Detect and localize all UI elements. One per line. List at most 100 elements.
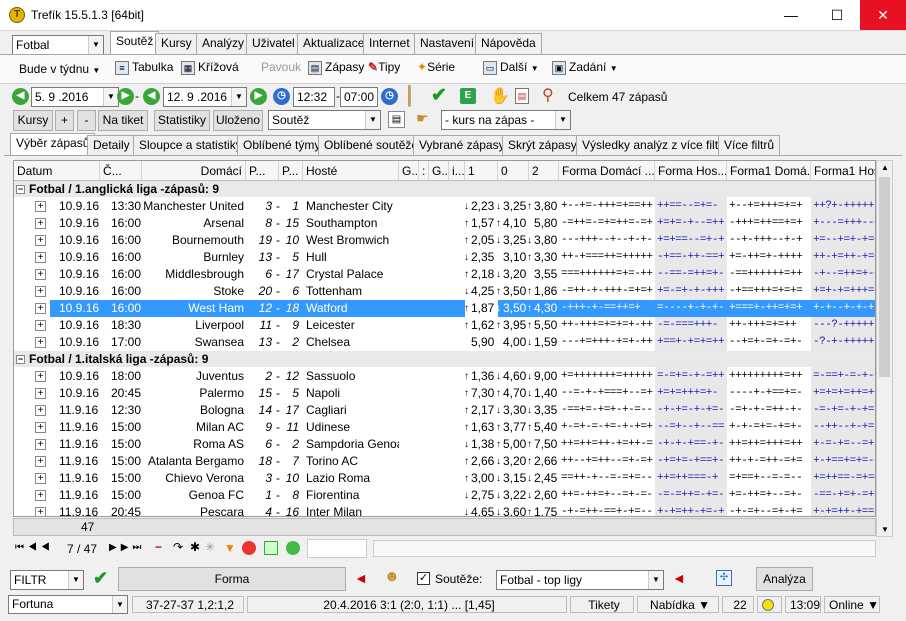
expand-icon[interactable]: + xyxy=(35,388,46,399)
tab-soutez[interactable]: Soutěž xyxy=(110,31,160,55)
scroll-down-icon[interactable]: ▼ xyxy=(881,525,889,534)
expand-icon[interactable]: + xyxy=(35,456,46,467)
asterisk-gray-icon[interactable]: ✳ xyxy=(205,540,215,554)
nabidka-button[interactable]: Nabídka ▼ xyxy=(637,596,719,613)
tab-internet[interactable]: Internet xyxy=(363,33,416,54)
table-row[interactable]: +10.9.16 16:00 West Ham 12-18 Watford ↑ 1,87 ↓ 3… xyxy=(14,300,875,317)
col-1[interactable]: 1 xyxy=(465,161,498,181)
subtab-oblibene-souteze[interactable]: Oblíbené soutěže xyxy=(318,135,425,156)
bookmaker-select[interactable]: Fortuna ▼ xyxy=(8,595,128,614)
col-g2[interactable]: G... xyxy=(429,161,449,181)
collapse-icon[interactable]: − xyxy=(16,355,25,365)
plus-button[interactable]: + xyxy=(55,110,74,131)
nav-first-prev-icons[interactable]: ⏮◀◀ xyxy=(15,542,54,553)
table-row[interactable]: +10.9.16 16:00 Bournemouth 19-10 West Bromwi… xyxy=(14,232,875,249)
nav-next-last-icons[interactable]: ▶▶⏭ xyxy=(109,542,145,553)
kursy-button[interactable]: Kursy xyxy=(13,110,53,131)
table-row[interactable]: +11.9.16 15:00 Roma AS 6-2 Sampdoria Genoa ↓ 1… xyxy=(14,436,875,453)
subtab-oblibene-tymy[interactable]: Oblíbené týmy xyxy=(237,135,327,156)
forma-button[interactable]: Forma xyxy=(118,567,346,591)
col-forma-domaci[interactable]: Forma Domácí ... xyxy=(559,161,655,181)
expand-icon[interactable]: + xyxy=(35,303,46,314)
export-icon[interactable]: ▤ xyxy=(388,111,405,128)
table-row[interactable]: +10.9.16 18:30 Liverpool 11-9 Leicester ↑ 1,62… xyxy=(14,317,875,334)
tab-kursy[interactable]: Kursy xyxy=(155,33,198,54)
collapse-icon[interactable]: − xyxy=(16,185,25,195)
table-row[interactable]: +11.9.16 15:00 Genoa FC 1-8 Fiorentina ↓ 2,75 ↓… xyxy=(14,487,875,504)
online-button[interactable]: Online ▼ xyxy=(824,596,880,613)
group-header[interactable]: − Fotbal / 1.anglická liga -zápasů: 9 xyxy=(14,181,875,197)
tikety-button[interactable]: Tikety xyxy=(570,596,634,613)
subtab-vyber-zapasu[interactable]: Výběr zápasů xyxy=(10,133,96,155)
vertical-scrollbar[interactable]: ▲ ▼ xyxy=(876,160,893,537)
subtab-detaily[interactable]: Detaily xyxy=(87,135,136,156)
subtab-sloupce[interactable]: Sloupce a statistiky xyxy=(133,135,248,156)
clock2-icon[interactable]: ◷ xyxy=(381,88,398,105)
prev-day2-icon[interactable]: ◀ xyxy=(143,88,160,105)
scroll-up-icon[interactable]: ▲ xyxy=(881,163,889,172)
col-forma1-domaci[interactable]: Forma1 Domá... xyxy=(727,161,811,181)
next-day-icon[interactable]: ▶ xyxy=(117,88,134,105)
subtab-vysledky[interactable]: Výsledky analýz z více filtrů xyxy=(576,135,735,156)
table-row[interactable]: +10.9.16 13:30 Manchester United 3-1 Manches… xyxy=(14,198,875,215)
table-row[interactable]: +10.9.16 16:00 Burnley 13-5 Hull ↓ 2,35 3,10 ↑ 3,… xyxy=(14,249,875,266)
maximize-button[interactable]: ☐ xyxy=(814,0,860,30)
reload-icon[interactable] xyxy=(286,541,300,555)
delete-record-icon[interactable]: − xyxy=(155,540,162,554)
table-row[interactable]: +10.9.16 20:45 Palermo 15-5 Napoli ↑ 7,30 ↑ 4,70… xyxy=(14,385,875,402)
col-forma1-hoste[interactable]: Forma1 Hosté xyxy=(811,161,875,181)
table-row[interactable]: +10.9.16 16:00 Arsenal 8-15 Southampton ↑ 1,57… xyxy=(14,215,875,232)
person-icon[interactable]: ☻ xyxy=(384,568,400,585)
expand-icon[interactable]: + xyxy=(35,422,46,433)
dalsi-button[interactable]: ▭ Další ▼ xyxy=(480,56,542,78)
table-row[interactable]: +11.9.16 15:00 Chievo Verona 3-10 Lazio Roma… xyxy=(14,470,875,487)
expand-icon[interactable]: + xyxy=(35,218,46,229)
expand-icon[interactable]: + xyxy=(35,201,46,212)
zadani-button[interactable]: ▣ Zadání ▼ xyxy=(549,56,621,78)
time-to-field[interactable]: 07:00 xyxy=(340,87,378,107)
filtr-select[interactable]: FILTR ▼ xyxy=(10,570,84,590)
apply-filter-check-icon[interactable]: ✔ xyxy=(93,568,108,589)
expand-icon[interactable]: + xyxy=(35,439,46,450)
table-row[interactable]: +11.9.16 15:00 Atalanta Bergamo 18-7 Torino … xyxy=(14,453,875,470)
tipy-button[interactable]: ✎Tipy xyxy=(365,56,403,78)
col-hoste[interactable]: Hosté xyxy=(303,161,399,181)
souteze-checkbox[interactable]: ✓ xyxy=(417,572,430,585)
col-domaci[interactable]: Domácí xyxy=(142,161,246,181)
subtab-vybrane-zapasy[interactable]: Vybrané zápasy xyxy=(413,135,511,156)
network-icon[interactable]: ✣ xyxy=(716,570,732,586)
tab-napoveda[interactable]: Nápověda xyxy=(475,33,542,54)
table-row[interactable]: +10.9.16 16:00 Middlesbrough 6-17 Crystal Pa… xyxy=(14,266,875,283)
soutez-select[interactable]: Soutěž ▼ xyxy=(268,110,381,130)
table-row[interactable]: +11.9.16 15:00 Milan AC 9-11 Udinese ↑ 1,63 ↑ 3,… xyxy=(14,419,875,436)
scroll-thumb[interactable] xyxy=(879,177,890,377)
asterisk-icon[interactable]: ✱ xyxy=(190,540,200,554)
expand-icon[interactable]: + xyxy=(35,320,46,331)
minus-button[interactable]: - xyxy=(77,110,96,131)
col-forma-hoste[interactable]: Forma Hos... xyxy=(655,161,727,181)
group-header[interactable]: − Fotbal / 1.italská liga -zápasů: 9 xyxy=(14,351,875,367)
kurs-select[interactable]: - kurs na zápas - ▼ xyxy=(441,110,571,130)
na-tiket-button[interactable]: Na tiket xyxy=(98,110,148,131)
horizontal-scrollbar[interactable] xyxy=(373,540,876,557)
subtab-vice-filtru[interactable]: Více filtrů xyxy=(718,135,781,156)
col-colon[interactable]: : xyxy=(419,161,429,181)
col-i[interactable]: i... xyxy=(449,161,465,181)
analyza-button[interactable]: Analýza xyxy=(756,567,813,591)
expand-icon[interactable]: + xyxy=(35,507,46,516)
table-row[interactable]: +10.9.16 18:00 Juventus 2-12 Sassuolo ↑ 1,36 ↓ 4… xyxy=(14,368,875,385)
subtab-skryt-zapasy[interactable]: Skrýt zápasy xyxy=(502,135,583,156)
stop-icon[interactable] xyxy=(242,541,256,555)
souteze-select[interactable]: Fotbal - top ligy ▼ xyxy=(496,570,664,590)
table-row[interactable]: +11.9.16 12:30 Bologna 14-17 Cagliari ↑ 2,17 ↓ 3… xyxy=(14,402,875,419)
expand-icon[interactable]: + xyxy=(35,252,46,263)
tabulka-button[interactable]: ≡ Tabulka xyxy=(112,56,176,78)
date-to-field[interactable]: 12. 9 .2016 ▼ xyxy=(163,87,247,107)
ulozeno-button[interactable]: Uloženo xyxy=(213,110,263,131)
report-icon[interactable]: ▤ xyxy=(515,88,529,104)
expand-icon[interactable]: + xyxy=(35,286,46,297)
date-from-field[interactable]: 5. 9 .2016 ▼ xyxy=(31,87,119,107)
statistiky-button[interactable]: Statistiky xyxy=(154,110,210,131)
tab-uzivatel[interactable]: Uživatel xyxy=(246,33,301,54)
krizova-button[interactable]: ▦ Křížová xyxy=(178,56,242,78)
